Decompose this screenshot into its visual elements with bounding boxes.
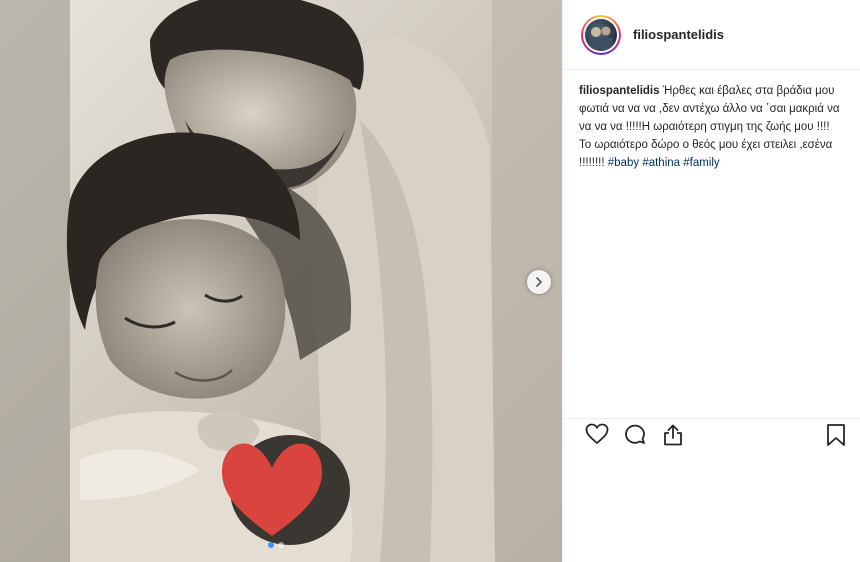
chevron-right-icon: [536, 277, 543, 287]
carousel-dot-active: [268, 542, 274, 548]
heart-outline-icon: [585, 423, 609, 445]
share-button[interactable]: [661, 423, 685, 452]
like-button[interactable]: [585, 423, 609, 450]
post-caption: filiospantelidis Ήρθες και έβαλες στα βρ…: [563, 70, 860, 172]
bookmark-icon: [827, 424, 845, 446]
comment-bubble-icon: [625, 424, 645, 444]
comment-button[interactable]: [623, 423, 647, 452]
hashtag-link[interactable]: #baby: [608, 157, 639, 169]
hashtag-link[interactable]: #family: [683, 157, 719, 169]
carousel-dot: [278, 542, 284, 548]
post-actions: [563, 418, 860, 448]
post-media: [0, 0, 562, 562]
carousel-next-button[interactable]: [527, 270, 551, 294]
share-icon: [664, 424, 682, 446]
save-button[interactable]: [825, 423, 847, 452]
post-header: filiospantelidis: [563, 0, 860, 70]
caption-username-link[interactable]: filiospantelidis: [579, 85, 660, 97]
username-link[interactable]: filiospantelidis: [633, 27, 724, 42]
carousel-indicator: [268, 542, 284, 548]
instagram-post: filiospantelidis filiospantelidis Ήρθες …: [0, 0, 860, 562]
avatar: [585, 18, 617, 51]
avatar-story-ring[interactable]: [581, 14, 621, 55]
hashtag-link[interactable]: #athina: [642, 157, 680, 169]
avatar-image: [589, 26, 613, 51]
avatar-frame: [583, 16, 619, 53]
post-photo: [0, 0, 562, 562]
post-sidebar: filiospantelidis filiospantelidis Ήρθες …: [562, 0, 860, 562]
